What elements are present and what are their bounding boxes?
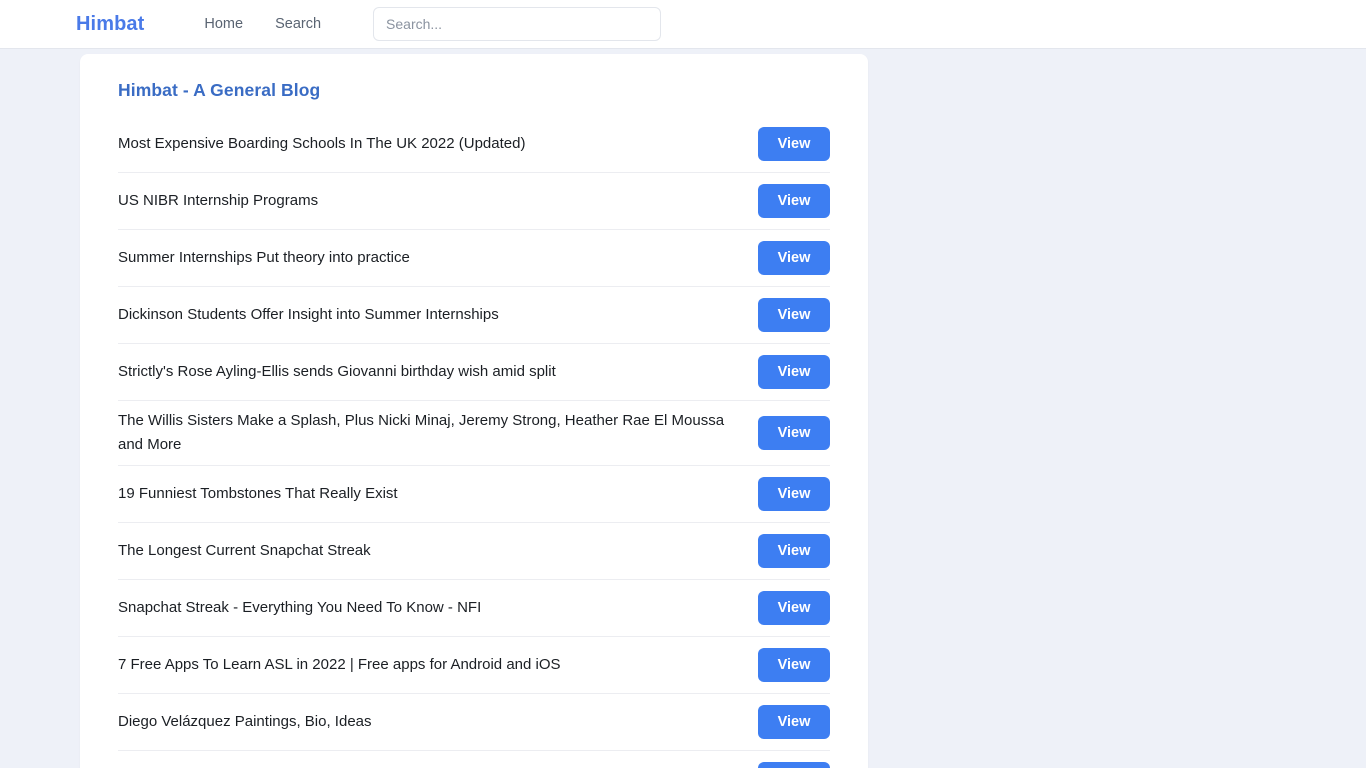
nav-link-search[interactable]: Search xyxy=(259,16,337,32)
search-container xyxy=(373,7,662,41)
post-title: US NIBR Internship Programs xyxy=(118,192,319,209)
view-button[interactable]: View xyxy=(758,298,830,332)
brand-logo[interactable]: Himbat xyxy=(76,13,144,36)
view-button[interactable]: View xyxy=(758,477,830,511)
view-button[interactable]: View xyxy=(758,241,830,275)
post-title: Most Expensive Boarding Schools In The U… xyxy=(118,134,526,152)
post-title: Strictly's Rose Ayling-Ellis sends Giova… xyxy=(118,363,556,380)
list-item: Summer Internships Put theory into pract… xyxy=(118,229,830,286)
list-item: Strictly's Rose Ayling-Ellis sends Giova… xyxy=(118,343,830,400)
list-item: Diego Velázquez Paintings, Bio, Ideas Vie… xyxy=(118,693,830,750)
navbar: Himbat Home Search xyxy=(0,0,1366,48)
list-item: The Longest Current Snapchat Streak View xyxy=(118,522,830,579)
view-button[interactable]: View xyxy=(758,591,830,625)
list-item: Most Expensive Boarding Schools In The U… xyxy=(118,115,830,172)
view-button[interactable]: View xyxy=(758,705,830,739)
page-title: Himbat - A General Blog xyxy=(118,80,321,100)
list-item: 19 Funniest Tombstones That Really Exist… xyxy=(118,465,830,522)
post-title: Diego Velázquez Paintings, Bio, Ideas xyxy=(118,713,372,730)
page-body: Himbat - A General Blog Most Expensive B… xyxy=(0,48,1366,768)
blog-post-list: Most Expensive Boarding Schools In The U… xyxy=(118,115,830,768)
post-title: Snapchat Streak - Everything You Need To… xyxy=(118,599,482,616)
list-item: The Willis Sisters Make a Splash, Plus N… xyxy=(118,400,830,465)
nav-links: Home Search xyxy=(188,16,337,32)
view-button[interactable]: View xyxy=(758,762,830,768)
view-button[interactable]: View xyxy=(758,355,830,389)
view-button[interactable]: View xyxy=(758,416,830,450)
blog-card: Himbat - A General Blog Most Expensive B… xyxy=(80,54,868,768)
post-title: Summer Internships Put theory into pract… xyxy=(118,249,410,266)
post-title: Dickinson Students Offer Insight into Su… xyxy=(118,306,499,323)
post-title: 19 Funniest Tombstones That Really Exist xyxy=(118,485,398,502)
post-title: 7 Free Apps To Learn ASL in 2022 | Free … xyxy=(118,656,561,673)
view-button[interactable]: View xyxy=(758,184,830,218)
list-item: Dickinson Students Offer Insight into Su… xyxy=(118,286,830,343)
list-item: US NIBR Internship Programs View xyxy=(118,172,830,229)
post-title: The Longest Current Snapchat Streak xyxy=(118,542,371,559)
list-item: Snapchat Streak - Everything You Need To… xyxy=(118,579,830,636)
view-button[interactable]: View xyxy=(758,648,830,682)
list-item: 7 Free Apps To Learn ASL in 2022 | Free … xyxy=(118,636,830,693)
view-button[interactable]: View xyxy=(758,534,830,568)
post-title: The Willis Sisters Make a Splash, Plus N… xyxy=(118,412,725,453)
list-item: 11 Most Famous Oil Painters - ArtstView xyxy=(118,750,830,768)
nav-link-home[interactable]: Home xyxy=(188,16,259,32)
search-input[interactable] xyxy=(373,7,662,41)
view-button[interactable]: View xyxy=(758,126,830,161)
